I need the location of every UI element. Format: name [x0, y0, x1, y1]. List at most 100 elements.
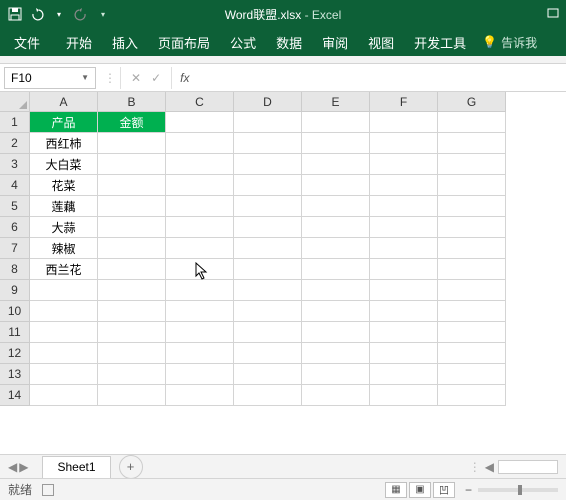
cell-B7[interactable] — [98, 238, 166, 259]
cell-G2[interactable] — [438, 133, 506, 154]
column-header-G[interactable]: G — [438, 92, 506, 112]
column-header-C[interactable]: C — [166, 92, 234, 112]
cell-D9[interactable] — [234, 280, 302, 301]
undo-icon[interactable] — [28, 5, 46, 23]
formula-bar-input[interactable] — [197, 67, 566, 89]
tab-home[interactable]: 开始 — [56, 28, 102, 56]
cell-B1[interactable]: 金额 — [98, 112, 166, 133]
hscroll-split-icon[interactable]: ⋮ — [469, 460, 481, 474]
cell-C6[interactable] — [166, 217, 234, 238]
cell-E9[interactable] — [302, 280, 370, 301]
cell-E11[interactable] — [302, 322, 370, 343]
ribbon-options-icon[interactable] — [544, 5, 562, 23]
cell-G1[interactable] — [438, 112, 506, 133]
row-header-8[interactable]: 8 — [0, 259, 30, 280]
cell-C2[interactable] — [166, 133, 234, 154]
cell-A2[interactable]: 西红柿 — [30, 133, 98, 154]
cell-A13[interactable] — [30, 364, 98, 385]
cell-A10[interactable] — [30, 301, 98, 322]
hscroll-track[interactable] — [498, 460, 558, 474]
hscroll-left-icon[interactable]: ◀ — [485, 460, 494, 474]
cell-G10[interactable] — [438, 301, 506, 322]
cell-C10[interactable] — [166, 301, 234, 322]
cell-B3[interactable] — [98, 154, 166, 175]
cell-G14[interactable] — [438, 385, 506, 406]
row-header-5[interactable]: 5 — [0, 196, 30, 217]
cell-E8[interactable] — [302, 259, 370, 280]
tab-insert[interactable]: 插入 — [102, 28, 148, 56]
name-box[interactable]: F10 ▼ — [4, 67, 96, 89]
cell-C4[interactable] — [166, 175, 234, 196]
cell-F13[interactable] — [370, 364, 438, 385]
cell-G5[interactable] — [438, 196, 506, 217]
row-header-7[interactable]: 7 — [0, 238, 30, 259]
cell-B5[interactable] — [98, 196, 166, 217]
cell-B6[interactable] — [98, 217, 166, 238]
sheet-tab-1[interactable]: Sheet1 — [42, 456, 110, 478]
cell-B10[interactable] — [98, 301, 166, 322]
normal-view-button[interactable]: ▦ — [385, 482, 407, 498]
cell-F7[interactable] — [370, 238, 438, 259]
cell-C5[interactable] — [166, 196, 234, 217]
cell-C12[interactable] — [166, 343, 234, 364]
cell-E12[interactable] — [302, 343, 370, 364]
select-all-corner[interactable] — [0, 92, 30, 112]
zoom-slider[interactable] — [478, 488, 558, 492]
cell-A5[interactable]: 莲藕 — [30, 196, 98, 217]
cell-E5[interactable] — [302, 196, 370, 217]
cell-A4[interactable]: 花菜 — [30, 175, 98, 196]
cell-D6[interactable] — [234, 217, 302, 238]
cell-E13[interactable] — [302, 364, 370, 385]
zoom-out-button[interactable]: − — [465, 483, 472, 497]
cell-E14[interactable] — [302, 385, 370, 406]
fx-icon[interactable]: fx — [172, 71, 197, 85]
row-header-6[interactable]: 6 — [0, 217, 30, 238]
cell-A6[interactable]: 大蒜 — [30, 217, 98, 238]
cell-D4[interactable] — [234, 175, 302, 196]
cell-C13[interactable] — [166, 364, 234, 385]
row-header-11[interactable]: 11 — [0, 322, 30, 343]
cell-D13[interactable] — [234, 364, 302, 385]
row-header-3[interactable]: 3 — [0, 154, 30, 175]
macro-record-icon[interactable] — [42, 484, 54, 496]
row-header-14[interactable]: 14 — [0, 385, 30, 406]
cancel-formula-icon[interactable]: ✕ — [131, 71, 141, 85]
qat-dropdown-icon[interactable]: ▾ — [50, 5, 68, 23]
cell-G4[interactable] — [438, 175, 506, 196]
row-header-9[interactable]: 9 — [0, 280, 30, 301]
cell-A14[interactable] — [30, 385, 98, 406]
cell-B13[interactable] — [98, 364, 166, 385]
cell-F9[interactable] — [370, 280, 438, 301]
cell-D2[interactable] — [234, 133, 302, 154]
cell-F10[interactable] — [370, 301, 438, 322]
add-sheet-button[interactable]: + — [119, 455, 143, 479]
tab-page-layout[interactable]: 页面布局 — [148, 28, 220, 56]
cell-D10[interactable] — [234, 301, 302, 322]
row-header-10[interactable]: 10 — [0, 301, 30, 322]
cell-C3[interactable] — [166, 154, 234, 175]
tab-formulas[interactable]: 公式 — [220, 28, 266, 56]
cell-F12[interactable] — [370, 343, 438, 364]
cell-F8[interactable] — [370, 259, 438, 280]
row-header-12[interactable]: 12 — [0, 343, 30, 364]
sheet-nav-next-icon[interactable]: ▶ — [19, 460, 28, 474]
cell-D8[interactable] — [234, 259, 302, 280]
cell-G3[interactable] — [438, 154, 506, 175]
sheet-nav-prev-icon[interactable]: ◀ — [8, 460, 17, 474]
cell-F3[interactable] — [370, 154, 438, 175]
cell-F6[interactable] — [370, 217, 438, 238]
cell-D14[interactable] — [234, 385, 302, 406]
cell-A11[interactable] — [30, 322, 98, 343]
cell-F11[interactable] — [370, 322, 438, 343]
cell-B9[interactable] — [98, 280, 166, 301]
cell-E10[interactable] — [302, 301, 370, 322]
cell-E4[interactable] — [302, 175, 370, 196]
cell-C7[interactable] — [166, 238, 234, 259]
column-header-F[interactable]: F — [370, 92, 438, 112]
row-header-13[interactable]: 13 — [0, 364, 30, 385]
cell-D11[interactable] — [234, 322, 302, 343]
cell-D5[interactable] — [234, 196, 302, 217]
cell-A9[interactable] — [30, 280, 98, 301]
tab-review[interactable]: 审阅 — [312, 28, 358, 56]
cell-C9[interactable] — [166, 280, 234, 301]
